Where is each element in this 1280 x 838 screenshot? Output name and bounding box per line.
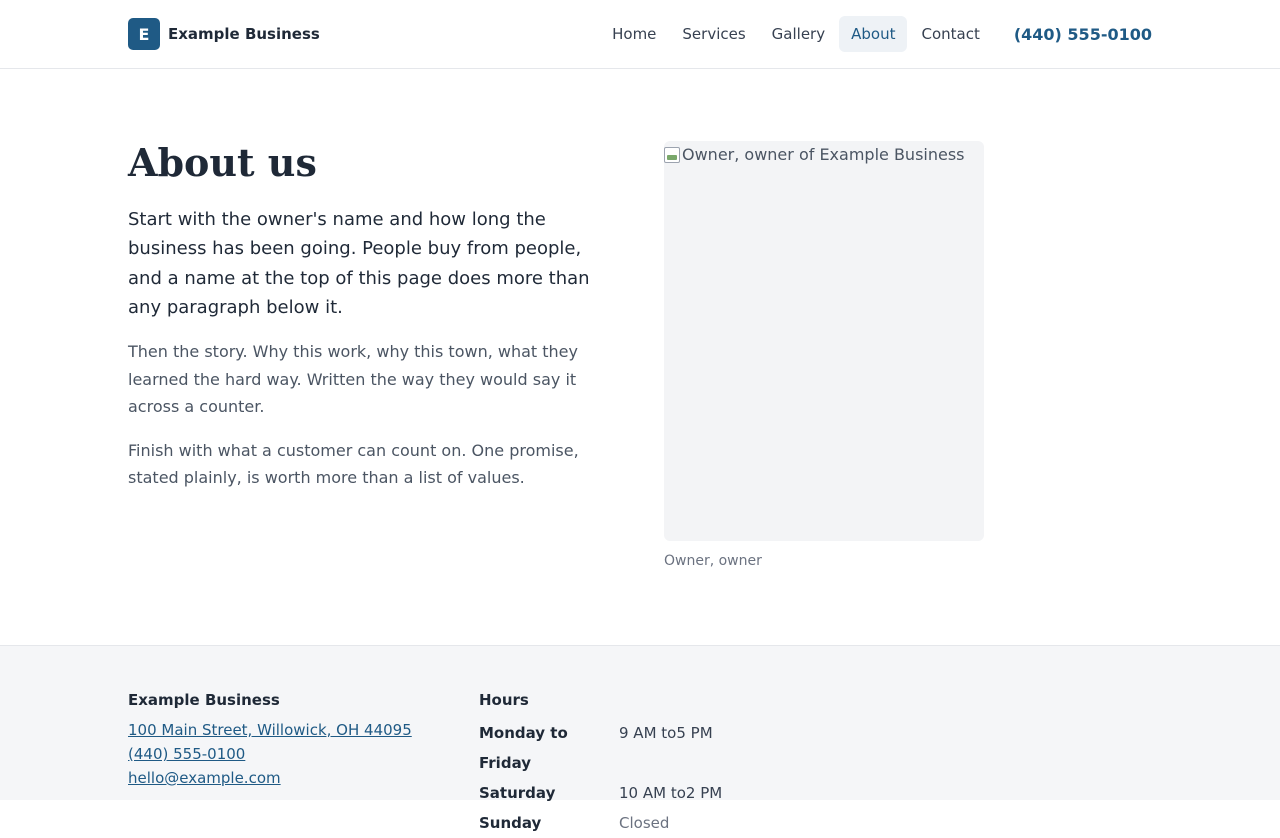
broken-image-icon bbox=[664, 146, 680, 163]
hours-row: Sunday Closed bbox=[479, 808, 722, 838]
brand-link[interactable]: E Example Business bbox=[128, 18, 320, 50]
nav-contact[interactable]: Contact bbox=[909, 16, 991, 52]
site-header: E Example Business Home Services Gallery… bbox=[0, 0, 1280, 69]
hours-time: 9 AM to5 PM bbox=[619, 724, 713, 742]
main-content: About us Start with the owner's name and… bbox=[0, 69, 1280, 645]
footer-business-name: Example Business bbox=[128, 691, 280, 709]
footer-contact: Example Business 100 Main Street, Willow… bbox=[128, 690, 412, 790]
site-footer: Example Business 100 Main Street, Willow… bbox=[0, 645, 1280, 832]
header-phone-link[interactable]: (440) 555-0100 bbox=[1014, 25, 1152, 44]
owner-photo: Owner, owner of Example Business bbox=[664, 141, 984, 541]
hours-time: 10 AM to2 PM bbox=[619, 784, 723, 802]
hours-time: Closed bbox=[619, 814, 670, 832]
hours-day: Monday to Friday bbox=[479, 724, 568, 772]
story-paragraph: Then the story. Why this work, why this … bbox=[128, 342, 578, 417]
footer-phone-link[interactable]: (440) 555-0100 bbox=[128, 742, 245, 766]
hours-day: Sunday bbox=[479, 814, 542, 832]
footer-hours: Hours Monday to Friday 9 AM to5 PM Satur… bbox=[479, 690, 722, 838]
lead-paragraph: Start with the owner's name and how long… bbox=[128, 209, 590, 318]
photo-caption: Owner, owner bbox=[664, 553, 762, 569]
page-title: About us bbox=[128, 140, 317, 185]
nav-home[interactable]: Home bbox=[600, 16, 668, 52]
nav-gallery[interactable]: Gallery bbox=[760, 16, 837, 52]
main-nav: Home Services Gallery About Contact (440… bbox=[598, 16, 1152, 52]
nav-services[interactable]: Services bbox=[670, 16, 757, 52]
logo: E bbox=[128, 18, 160, 50]
nav-about[interactable]: About bbox=[839, 16, 908, 52]
photo-alt-label: Owner, owner of Example Business bbox=[682, 145, 965, 164]
promise-paragraph: Finish with what a customer can count on… bbox=[128, 440, 579, 488]
about-intro: About us Start with the owner's name and… bbox=[128, 141, 620, 492]
hours-row: Monday to Friday 9 AM to5 PM bbox=[479, 718, 722, 778]
hours-row: Saturday 10 AM to2 PM bbox=[479, 778, 722, 808]
brand-name: Example Business bbox=[168, 25, 320, 43]
hours-day: Saturday bbox=[479, 784, 556, 802]
header-inner: E Example Business Home Services Gallery… bbox=[128, 0, 1152, 68]
photo-alt-text: Owner, owner of Example Business bbox=[664, 145, 965, 164]
footer-address-link[interactable]: 100 Main Street, Willowick, OH 44095 bbox=[128, 718, 412, 742]
footer-email-link[interactable]: hello@example.com bbox=[128, 766, 281, 790]
hours-heading: Hours bbox=[479, 691, 529, 709]
